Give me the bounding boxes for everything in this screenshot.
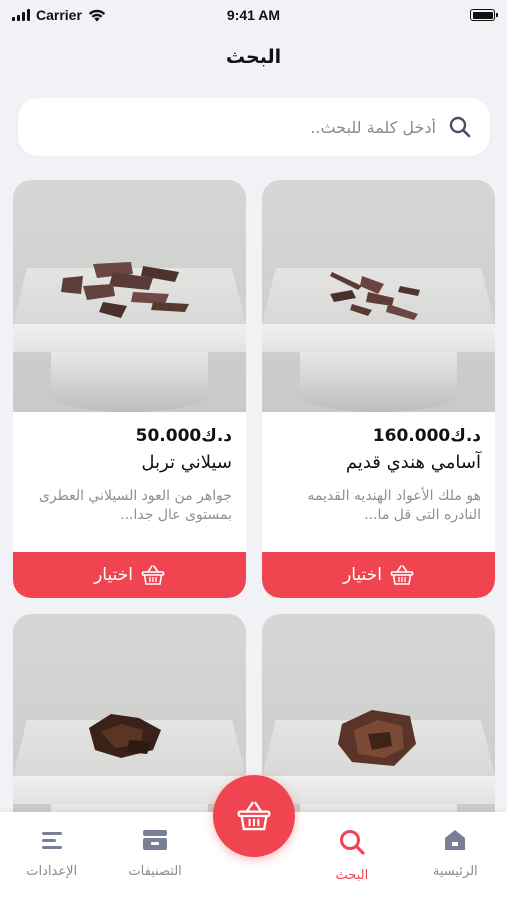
nav-item-categories[interactable]: التصنيفات [110, 828, 200, 879]
carrier-info: Carrier [12, 7, 106, 23]
product-description: هو ملك الأعواد الهنديه القديمه النادره ا… [307, 488, 481, 523]
oud-chips-image [330, 272, 420, 320]
product-card[interactable] [262, 614, 495, 834]
cart-fab-button[interactable] [213, 775, 295, 857]
product-name: سيلاني تربل [141, 452, 232, 473]
basket-icon [141, 565, 165, 585]
nav-item-settings[interactable]: الإعدادات [7, 828, 97, 879]
product-price: 50.000د.ك [135, 426, 232, 446]
oud-chunk-image [338, 710, 416, 766]
nav-label-search: البحث [335, 868, 369, 883]
product-name: آسامي هندي قديم [345, 452, 481, 473]
product-description: جواهر من العود السيلاني العطرى بمستوى عا… [38, 488, 232, 523]
status-bar: Carrier 9:41 AM [0, 0, 507, 30]
product-image[interactable] [262, 614, 495, 834]
product-card[interactable]: 50.000د.ك سيلاني تربل جواهر من العود الس… [13, 180, 246, 598]
search-input[interactable] [36, 117, 436, 137]
select-button[interactable]: اختيار [262, 552, 495, 598]
oud-chunk-image [89, 714, 161, 758]
select-button-label: اختيار [343, 565, 382, 585]
product-image[interactable] [13, 180, 246, 412]
basket-icon [237, 801, 271, 831]
oud-chips-image [61, 262, 189, 318]
product-card[interactable] [13, 614, 246, 834]
search-icon[interactable] [448, 115, 472, 139]
nav-label-home: الرئيسية [432, 864, 478, 879]
nav-label-categories: التصنيفات [128, 864, 182, 879]
battery-icon [470, 9, 498, 21]
product-price: 160.000د.ك [372, 426, 481, 446]
settings-icon [41, 832, 62, 849]
nav-item-search[interactable]: البحث [307, 828, 397, 883]
product-card[interactable]: 160.000د.ك آسامي هندي قديم هو ملك الأعوا… [262, 180, 495, 598]
signal-icon [12, 9, 30, 21]
product-info: 160.000د.ك آسامي هندي قديم هو ملك الأعوا… [262, 412, 495, 552]
page-title: البحث [225, 46, 282, 68]
home-icon [445, 830, 466, 850]
product-info: 50.000د.ك سيلاني تربل جواهر من العود الس… [13, 412, 246, 552]
categories-icon [143, 830, 168, 850]
nav-item-home[interactable]: الرئيسية [410, 828, 500, 879]
nav-label-settings: الإعدادات [26, 864, 78, 879]
carrier-label: Carrier [36, 7, 82, 23]
product-image[interactable] [262, 180, 495, 412]
wifi-icon [88, 9, 106, 21]
product-image[interactable] [13, 614, 246, 834]
select-button[interactable]: اختيار [13, 552, 246, 598]
select-button-label: اختيار [94, 565, 133, 585]
product-grid: 160.000د.ك آسامي هندي قديم هو ملك الأعوا… [13, 180, 495, 834]
search-icon [339, 830, 365, 855]
basket-icon [390, 565, 414, 585]
search-bar[interactable] [18, 98, 490, 156]
